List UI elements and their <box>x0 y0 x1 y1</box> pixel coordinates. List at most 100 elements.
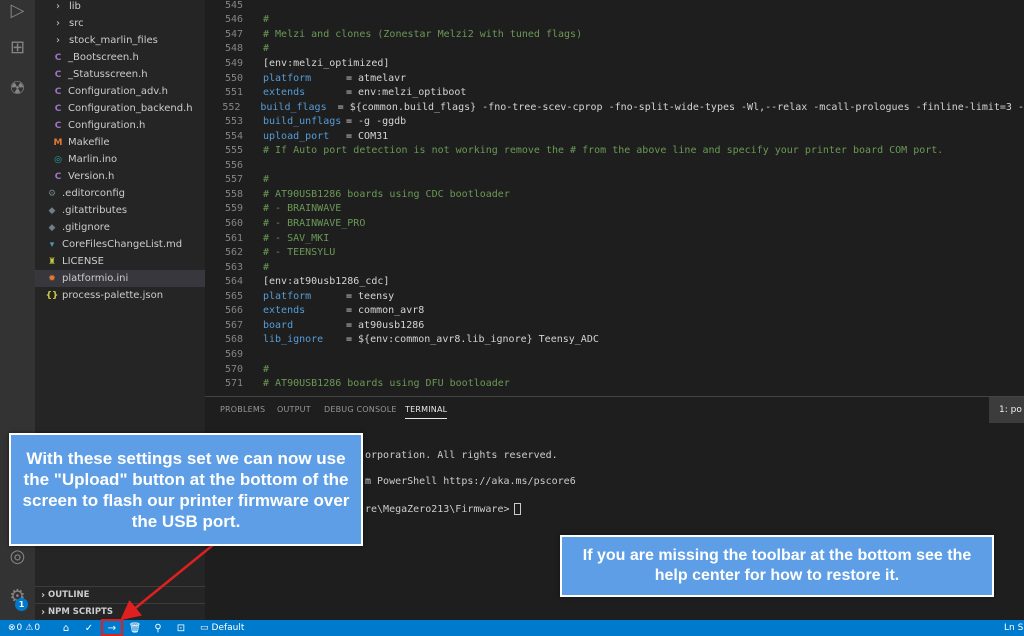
file-item[interactable]: C Configuration_backend.h <box>35 100 205 117</box>
chevron-right-icon: › <box>56 35 60 46</box>
tree-item-label: stock_marlin_files <box>69 35 158 46</box>
code-editor[interactable]: 545 546 #547 # Melzi and clones (Zonestar M… <box>205 0 1024 396</box>
code-comment: # - BRAINWAVE_PRO <box>263 218 366 230</box>
file-item[interactable]: ⚙ .editorconfig <box>35 185 205 202</box>
file-item[interactable]: C _Statusscreen.h <box>35 66 205 83</box>
problems-status[interactable]: ⊗ 0 ⚠ 0 <box>8 620 40 636</box>
terminal-prompt[interactable]: re\MegaZero213\Firmware> <box>365 503 521 515</box>
code-line: 562 # - TEENSYLU <box>205 245 1024 260</box>
code-comment: # <box>263 43 270 55</box>
code-comment: # <box>263 14 270 26</box>
npm-scripts-section[interactable]: › NPM SCRIPTS <box>35 603 205 620</box>
file-item[interactable]: M Makefile <box>35 134 205 151</box>
pio-clean-button[interactable]: 🗑 <box>128 620 142 636</box>
config-value: = at90usb1286 <box>346 319 425 331</box>
code-comment: # <box>263 261 270 273</box>
code-comment: # <box>263 363 270 375</box>
tab-problems[interactable]: PROBLEMS <box>220 405 265 414</box>
pio-home-button[interactable]: ⌂ <box>59 620 73 636</box>
tab-terminal[interactable]: TERMINAL <box>405 405 448 419</box>
file-item[interactable]: C Configuration_adv.h <box>35 83 205 100</box>
file-item[interactable]: {} process-palette.json <box>35 287 205 304</box>
status-bar: ⊗ 0 ⚠ 0 ⌂ ✓ → 🗑 ⚲ ⊡ ▭ Default Ln S <box>0 620 1024 636</box>
pio-terminal-button[interactable]: ⊡ <box>174 620 188 636</box>
license-icon: ♜ <box>47 256 57 267</box>
pio-test-button[interactable]: ⚲ <box>151 620 165 636</box>
pio-build-button[interactable]: ✓ <box>82 620 96 636</box>
code-line: 557 # <box>205 173 1024 188</box>
code-line: 550 platform = atmelavr <box>205 71 1024 86</box>
outline-label: OUTLINE <box>48 590 90 600</box>
file-item[interactable]: ◆ .gitattributes <box>35 202 205 219</box>
terminal-selector[interactable]: 1: po <box>989 397 1024 423</box>
file-item[interactable]: ♜ LICENSE <box>35 253 205 270</box>
run-debug-icon[interactable]: ▷ <box>0 0 35 26</box>
tree-item-label: LICENSE <box>62 256 104 267</box>
folder-item[interactable]: › lib <box>35 0 205 15</box>
code-line: 570 # <box>205 362 1024 377</box>
line-number: 545 <box>224 0 243 11</box>
file-item[interactable]: ◆ .gitignore <box>35 219 205 236</box>
code-comment: # - SAV_MKI <box>263 232 330 244</box>
code-comment: # If Auto port detection is not working … <box>263 145 944 157</box>
code-line: 546 # <box>205 13 1024 28</box>
upload-instruction-callout: With these settings set we can now use t… <box>9 433 363 546</box>
flask-icon: ⚲ <box>154 622 162 634</box>
home-icon: ⌂ <box>62 622 70 634</box>
line-number: 564 <box>224 276 243 288</box>
git-icon: ◆ <box>48 205 56 216</box>
line-number: 563 <box>224 261 243 273</box>
line-number: 550 <box>224 72 243 84</box>
tree-item-label: CoreFilesChangeList.md <box>62 239 183 250</box>
extensions-icon[interactable]: ⊞ <box>0 31 35 63</box>
cursor-position[interactable]: Ln S <box>1004 620 1023 636</box>
config-key: platform <box>263 290 312 302</box>
line-number: 554 <box>224 130 243 142</box>
line-number: 569 <box>224 348 243 360</box>
config-value: = -g -ggdb <box>346 116 407 128</box>
terminal-icon: ⊡ <box>176 622 186 634</box>
file-item[interactable]: C Configuration.h <box>35 117 205 134</box>
code-comment: # - BRAINWAVE <box>263 203 342 215</box>
config-key: build_flags <box>260 101 327 113</box>
file-item[interactable]: C Version.h <box>35 168 205 185</box>
platformio-icon[interactable]: ☢ <box>0 72 35 104</box>
tab-debug-console[interactable]: DEBUG CONSOLE <box>324 405 397 414</box>
terminal-prompt-text: re\MegaZero213\Firmware> <box>365 504 510 515</box>
error-count: 0 <box>16 623 23 633</box>
file-item[interactable]: ✹ platformio.ini <box>35 270 205 287</box>
config-key: build_unflags <box>263 116 342 128</box>
terminal-cursor <box>513 503 521 515</box>
code-line: 560 # - BRAINWAVE_PRO <box>205 216 1024 231</box>
code-line: 567 board = at90usb1286 <box>205 318 1024 333</box>
tab-output[interactable]: OUTPUT <box>277 405 311 414</box>
code-line: 551 extends = env:melzi_optiboot <box>205 85 1024 100</box>
tree-item-label: Makefile <box>68 137 110 148</box>
config-value: = atmelavr <box>346 72 407 84</box>
code-comment: # AT90USB1286 boards using DFU bootloade… <box>263 378 510 390</box>
settings-badge: 1 <box>15 598 28 611</box>
c-file-icon: C <box>54 69 62 80</box>
file-item[interactable]: ◎ Marlin.ino <box>35 151 205 168</box>
config-key: extends <box>263 87 306 99</box>
line-number: 548 <box>224 43 243 55</box>
tree-item-label: _Statusscreen.h <box>68 69 148 80</box>
config-value: = common_avr8 <box>346 305 425 317</box>
json-icon: {} <box>45 290 59 301</box>
folder-item[interactable]: › src <box>35 15 205 32</box>
chevron-right-icon: › <box>56 18 60 29</box>
folder-icon: ▭ <box>200 623 209 633</box>
default-env-selector[interactable]: ▭ Default <box>200 620 244 636</box>
section-header: [env:melzi_optimized] <box>263 57 390 69</box>
file-item[interactable]: C _Bootscreen.h <box>35 49 205 66</box>
file-item[interactable]: ▾ CoreFilesChangeList.md <box>35 236 205 253</box>
folder-item[interactable]: › stock_marlin_files <box>35 32 205 49</box>
outline-section[interactable]: › OUTLINE <box>35 586 205 603</box>
code-line: 561 # - SAV_MKI <box>205 231 1024 246</box>
default-env-label: Default <box>211 623 245 633</box>
line-number: 570 <box>224 363 243 375</box>
c-file-icon: C <box>54 103 62 114</box>
line-number: 547 <box>224 28 243 40</box>
tree-item-label: Marlin.ino <box>68 154 118 165</box>
chevron-right-icon: › <box>40 589 46 601</box>
